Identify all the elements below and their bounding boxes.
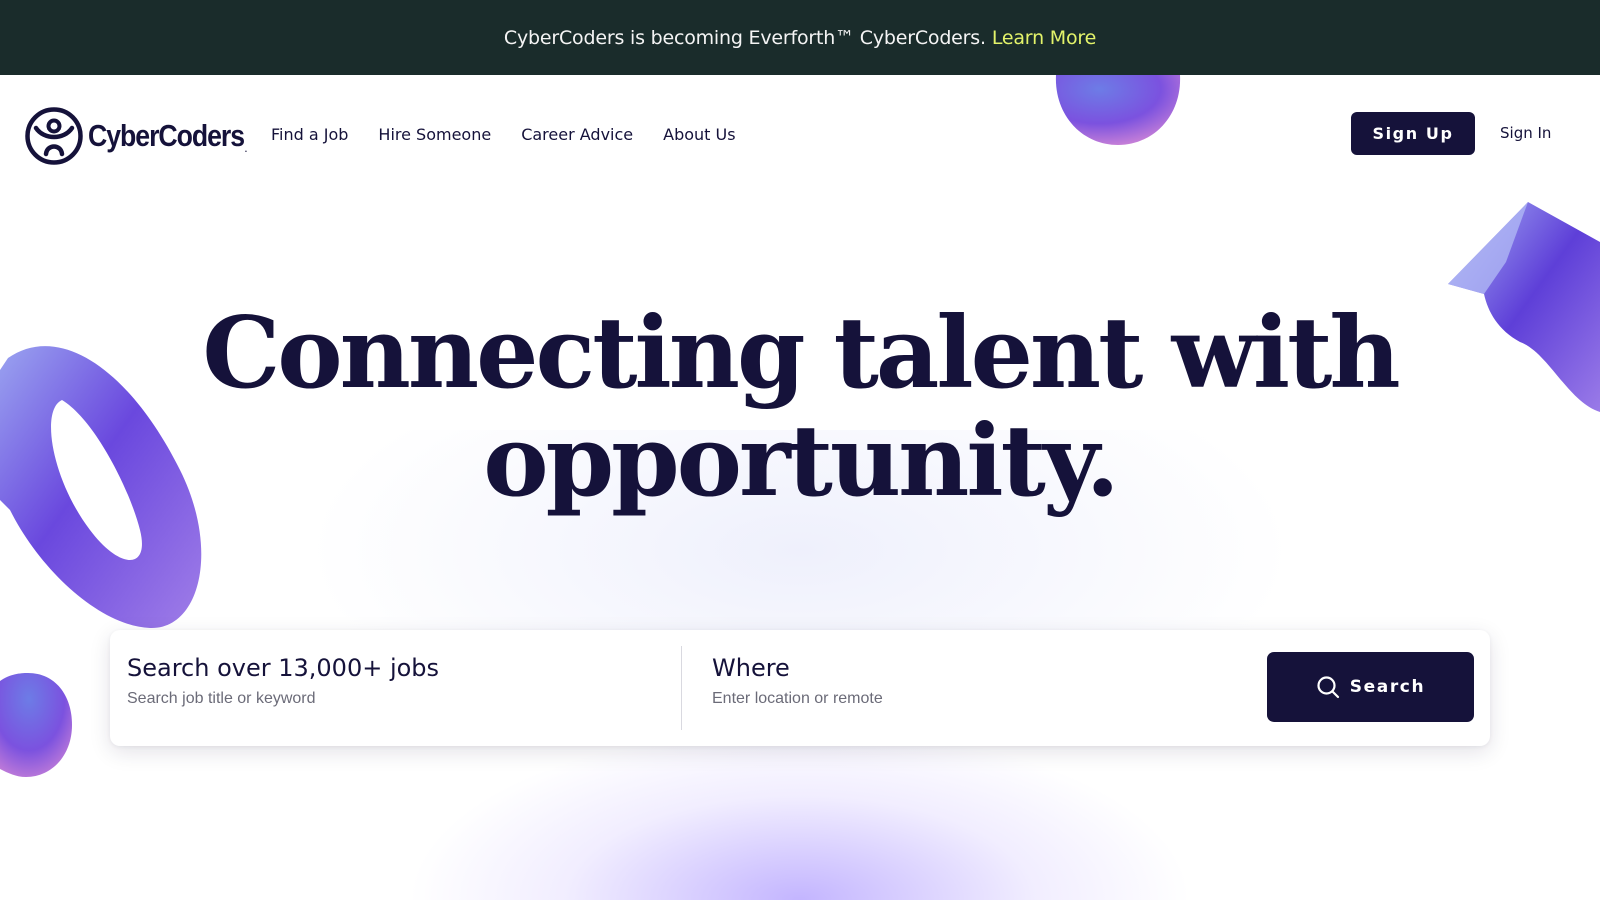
announcement-bar: CyberCoders is becoming Everforth™ Cyber… [0, 0, 1600, 75]
sign-in-link[interactable]: Sign In [1500, 124, 1551, 142]
learn-more-link[interactable]: Learn More [992, 27, 1096, 49]
keyword-input[interactable] [127, 690, 547, 708]
search-icon [1317, 676, 1339, 699]
main-nav: Find a Job Hire Someone Career Advice Ab… [271, 125, 736, 144]
keyword-label: Search over 13,000+ jobs [127, 654, 440, 682]
logo[interactable]: CyberCoders. [24, 106, 272, 166]
hero-headline-line-1: Connecting talent with [202, 296, 1400, 411]
site-header: CyberCoders. Find a Job Hire Someone Car… [0, 75, 1600, 195]
hero-headline: Connecting talent with opportunity. [0, 300, 1600, 516]
location-input[interactable] [712, 690, 1132, 708]
logo-wordmark: CyberCoders. [88, 118, 247, 154]
search-button[interactable]: Search [1267, 652, 1474, 722]
announcement-text: CyberCoders is becoming Everforth™ Cyber… [503, 26, 986, 49]
location-field: Where [712, 654, 1132, 708]
job-search-form: Search over 13,000+ jobs Where Search [110, 630, 1490, 746]
hero-headline-line-2: opportunity. [483, 404, 1119, 519]
location-label: Where [712, 654, 790, 682]
keyword-field: Search over 13,000+ jobs [127, 654, 547, 708]
nav-hire-someone[interactable]: Hire Someone [378, 125, 491, 144]
nav-career-advice[interactable]: Career Advice [521, 125, 633, 144]
nav-about-us[interactable]: About Us [663, 125, 735, 144]
field-divider [681, 646, 682, 730]
search-button-label: Search [1349, 677, 1426, 697]
person-logo-icon [25, 107, 83, 165]
sphere-decoration-bottom [0, 673, 72, 777]
nav-find-a-job[interactable]: Find a Job [271, 125, 348, 144]
sign-up-button[interactable]: Sign Up [1351, 112, 1475, 155]
